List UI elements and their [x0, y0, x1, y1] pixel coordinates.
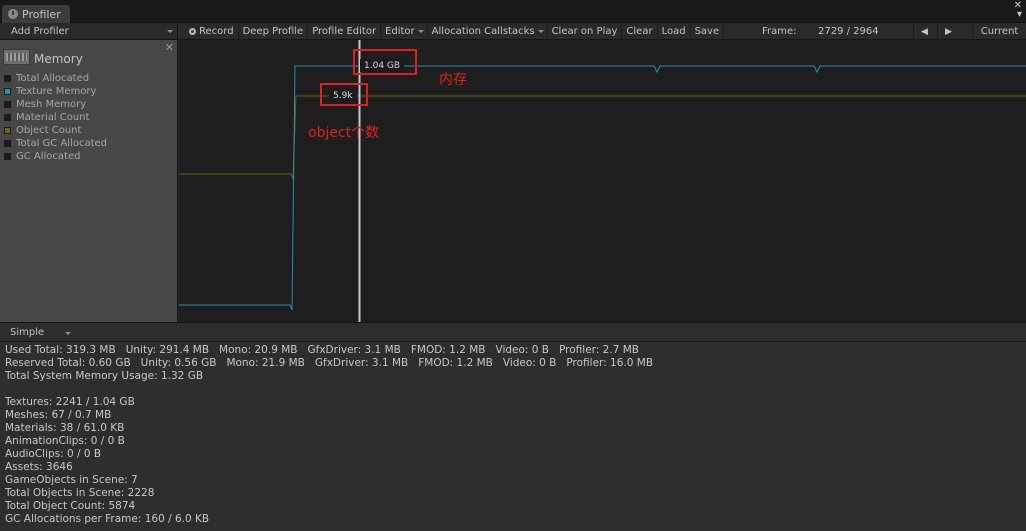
legend-item[interactable]: Total Allocated — [4, 72, 107, 85]
legend-label: Object Count — [16, 125, 82, 136]
legend-label: Total GC Allocated — [16, 138, 108, 149]
memory-details-panel: Used Total: 319.3 MB Unity: 291.4 MB Mon… — [0, 342, 1026, 531]
memory-chip-icon — [3, 49, 30, 65]
current-frame-button[interactable]: Current — [972, 23, 1026, 40]
object-count-annotation-text: object个数 — [308, 125, 380, 141]
next-frame-button[interactable]: ▶ — [937, 23, 959, 40]
window-tab-bar: Profiler ✕ ▾ — [0, 0, 1026, 23]
legend-label: Mesh Memory — [16, 99, 87, 110]
detail-line: GC Allocations per Frame: 160 / 6.0 KB — [5, 513, 210, 525]
detail-line: AnimationClips: 0 / 0 B — [5, 435, 125, 447]
editor-dropdown[interactable]: Editor — [381, 23, 428, 40]
add-profiler-dropdown[interactable]: Add Profiler — [0, 23, 178, 40]
legend-swatch — [4, 114, 11, 121]
detail-line: Textures: 2241 / 1.04 GB — [5, 396, 135, 408]
detail-line: Total Objects in Scene: 2228 — [5, 487, 155, 499]
legend-item[interactable]: Mesh Memory — [4, 98, 107, 111]
view-mode-dropdown[interactable]: Simple — [4, 325, 75, 340]
detail-line — [5, 383, 1021, 396]
memory-module-panel[interactable]: ✕ Memory Total Allocated Texture Memory … — [0, 40, 178, 322]
add-profiler-label: Add Profiler — [11, 26, 69, 37]
profile-editor-button[interactable]: Profile Editor — [308, 23, 382, 40]
detail-line: Materials: 38 / 61.0 KB — [5, 422, 125, 434]
module-header: Memory — [3, 48, 83, 66]
legend-label: Material Count — [16, 112, 90, 123]
allocation-callstacks-dropdown[interactable]: Allocation Callstacks — [428, 23, 548, 40]
memory-chart-svg — [179, 40, 1026, 322]
memory-annotation-text: 内存 — [439, 72, 467, 88]
record-icon — [189, 28, 196, 35]
frame-label: Frame: — [762, 26, 797, 37]
clear-button[interactable]: Clear — [622, 23, 658, 40]
tab-profiler-label: Profiler — [22, 7, 61, 21]
frame-counter: 2729 / 2964 — [818, 26, 879, 37]
memory-chart[interactable]: 1.04 GB 5.9k 内存 object个数 — [179, 40, 1026, 322]
detail-line: AudioClips: 0 / 0 B — [5, 448, 102, 460]
profiler-icon — [8, 9, 18, 19]
load-button[interactable]: Load — [658, 23, 691, 40]
window-menu-icon[interactable]: ▾ — [1017, 10, 1022, 20]
detail-view-bar: Simple — [0, 322, 1026, 342]
legend-item[interactable]: Object Count — [4, 124, 107, 137]
save-button[interactable]: Save — [691, 23, 725, 40]
allocation-callstacks-label: Allocation Callstacks — [431, 26, 535, 37]
legend-label: GC Allocated — [16, 151, 81, 162]
legend-item[interactable]: Texture Memory — [4, 85, 107, 98]
detail-line: Total Object Count: 5874 — [5, 500, 136, 512]
texture-memory-line — [179, 65, 1026, 311]
chevron-down-icon — [417, 30, 424, 33]
close-icon[interactable]: ✕ — [165, 41, 174, 54]
chart-legend: Total Allocated Texture Memory Mesh Memo… — [4, 72, 107, 163]
clear-on-play-button[interactable]: Clear on Play — [548, 23, 623, 40]
legend-item[interactable]: Material Count — [4, 111, 107, 124]
detail-line: Meshes: 67 / 0.7 MB — [5, 409, 112, 421]
detail-line: Assets: 3646 — [5, 461, 73, 473]
record-button[interactable]: Record — [185, 23, 239, 40]
record-label: Record — [199, 26, 234, 37]
detail-line: Reserved Total: 0.60 GB Unity: 0.56 GB M… — [5, 357, 654, 369]
legend-item[interactable]: GC Allocated — [4, 150, 107, 163]
legend-label: Texture Memory — [16, 86, 97, 97]
legend-item[interactable]: Total GC Allocated — [4, 137, 107, 150]
triangle-right-icon: ▶ — [945, 26, 952, 37]
triangle-left-icon: ◀ — [921, 26, 928, 37]
legend-label: Total Allocated — [16, 73, 90, 84]
deep-profile-button[interactable]: Deep Profile — [239, 23, 309, 40]
detail-line: GameObjects in Scene: 7 — [5, 474, 138, 486]
legend-swatch — [4, 140, 11, 147]
legend-swatch — [4, 153, 11, 160]
module-title: Memory — [34, 52, 83, 66]
object-annotation-box — [320, 83, 368, 106]
legend-swatch — [4, 101, 11, 108]
chevron-down-icon — [167, 30, 173, 33]
detail-line: Used Total: 319.3 MB Unity: 291.4 MB Mon… — [5, 344, 639, 356]
detail-line: Total System Memory Usage: 1.32 GB — [5, 370, 204, 382]
profiler-toolbar: Add Profiler Record Deep Profile Profile… — [0, 23, 1026, 40]
tab-profiler[interactable]: Profiler — [2, 5, 70, 23]
previous-frame-button[interactable]: ◀ — [913, 23, 935, 40]
legend-swatch — [4, 75, 11, 82]
chevron-down-icon — [537, 30, 544, 33]
view-mode-label: Simple — [10, 327, 45, 338]
legend-swatch — [4, 127, 11, 134]
window-controls: ✕ ▾ — [1014, 1, 1022, 20]
chevron-down-icon — [65, 332, 71, 335]
legend-swatch — [4, 88, 11, 95]
memory-annotation-box — [353, 49, 417, 75]
editor-dropdown-label: Editor — [385, 26, 415, 37]
object-count-line — [179, 95, 1026, 180]
